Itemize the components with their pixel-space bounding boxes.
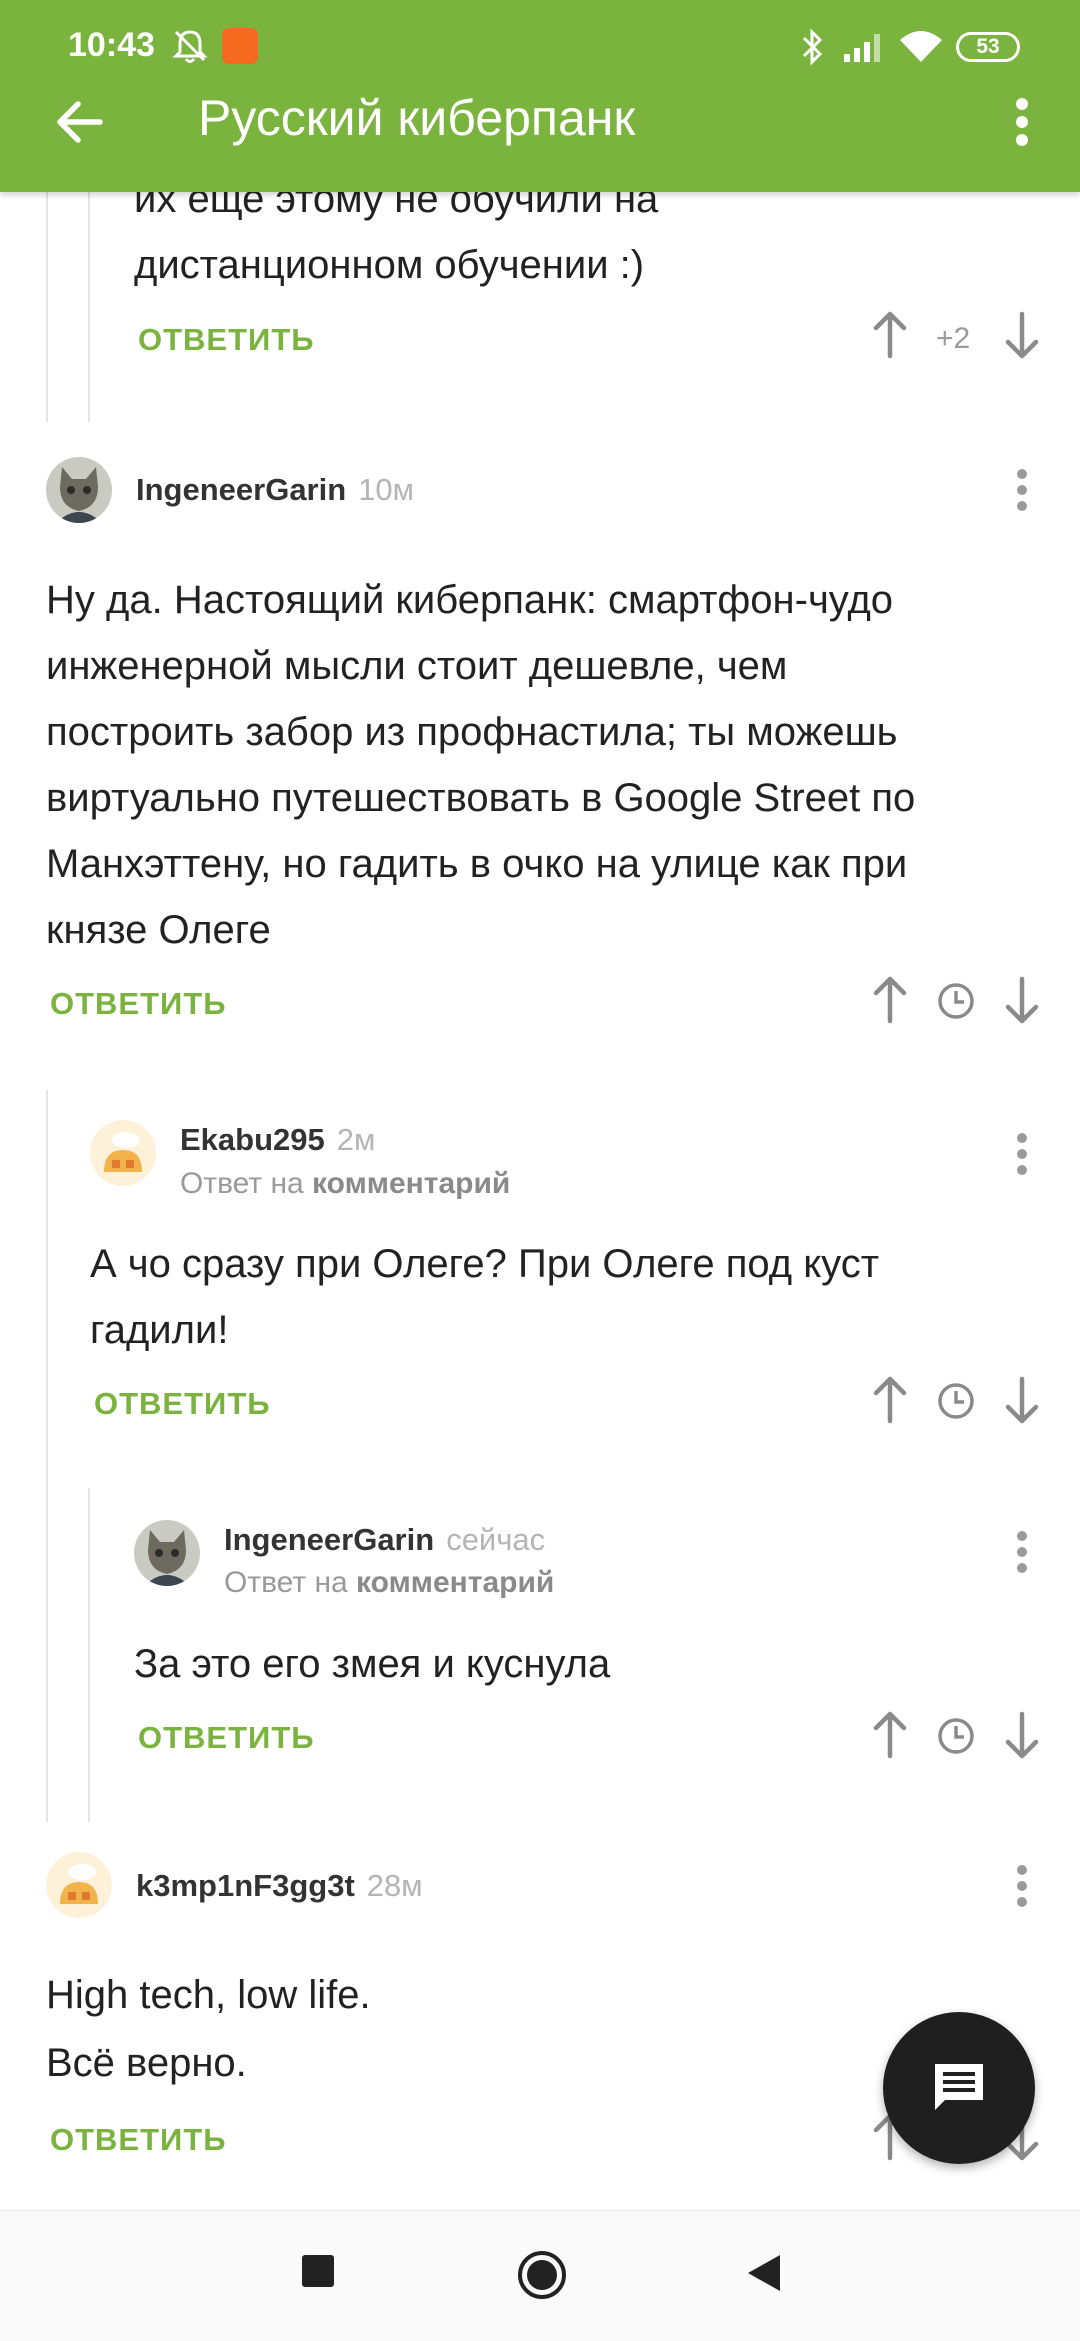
comment-text: гадили! — [90, 1308, 229, 1352]
author-name[interactable]: IngeneerGarin — [136, 472, 346, 507]
upvote-icon[interactable] — [870, 975, 910, 1025]
thread-line — [88, 1488, 90, 1822]
reply-button[interactable]: ОТВЕТИТЬ — [50, 986, 227, 1022]
vote-controls — [870, 1710, 1040, 1770]
thread-line — [88, 190, 90, 422]
more-vert-icon[interactable] — [1014, 468, 1030, 512]
comment-text: За это его змея и куснула — [134, 1642, 611, 1686]
comment-text: Ну да. Настоящий киберпанк: смартфон-чуд… — [46, 578, 894, 622]
battery-indicator: 53 — [956, 32, 1020, 62]
page-title: Русский киберпанк — [198, 90, 636, 146]
clock-icon[interactable] — [936, 981, 976, 1021]
comment-text: князе Олеге — [46, 908, 271, 952]
reply-button[interactable]: ОТВЕТИТЬ — [138, 1720, 315, 1756]
upvote-icon[interactable] — [870, 310, 910, 360]
comment-text: Всё верно. — [46, 2041, 247, 2085]
recents-icon[interactable] — [300, 2253, 336, 2289]
reply-to-link[interactable]: комментарий — [312, 1167, 510, 1200]
new-comment-button[interactable] — [883, 2012, 1035, 2164]
comment-text: инженерной мысли стоит дешевле, чем — [46, 644, 788, 688]
more-vert-icon[interactable] — [1014, 1132, 1030, 1176]
system-nav-bar — [0, 2210, 1080, 2341]
comment-text: дистанционном обучении :) — [134, 243, 645, 287]
comment-score: +2 — [936, 322, 971, 355]
bluetooth-icon — [802, 28, 823, 66]
more-vert-icon[interactable] — [1004, 92, 1040, 152]
thread-line — [46, 1090, 48, 1822]
app-bar: 10:43 53 Русский киберпанк — [0, 0, 1080, 192]
downvote-icon[interactable] — [1002, 310, 1042, 360]
comment-time: сейчас — [446, 1522, 546, 1557]
wifi-icon — [900, 31, 942, 62]
reply-button[interactable]: ОТВЕТИТЬ — [50, 2122, 227, 2158]
comment-author[interactable]: IngeneerGarin 10м — [136, 472, 414, 508]
comment-author[interactable]: Ekabu295 2м — [180, 1122, 375, 1158]
avatar[interactable] — [46, 1852, 112, 1918]
author-name[interactable]: k3mp1nF3gg3t — [136, 1868, 355, 1903]
comment-text: Манхэттену, но гадить в очко на улице ка… — [46, 842, 908, 886]
avatar[interactable] — [46, 457, 112, 523]
comments-feed[interactable]: их еще этому не обучили на дистанционном… — [0, 0, 1080, 2210]
comment-author[interactable]: IngeneerGarin сейчас — [224, 1522, 545, 1558]
reply-to-prefix: Ответ на — [224, 1566, 348, 1599]
home-icon[interactable] — [516, 2249, 568, 2301]
comment-text: High tech, low life. — [46, 1973, 371, 2017]
more-vert-icon[interactable] — [1014, 1864, 1030, 1908]
upvote-icon[interactable] — [870, 1375, 910, 1425]
comment-text: построить забор из профнастила; ты можеш… — [46, 710, 898, 754]
comment-text: А чо сразу при Олеге? При Олеге под куст — [90, 1242, 880, 1286]
upvote-icon[interactable] — [870, 1710, 910, 1760]
comment-time: 10м — [358, 472, 414, 507]
reply-to-line: Ответ на комментарий — [224, 1566, 554, 1600]
reply-button[interactable]: ОТВЕТИТЬ — [138, 322, 315, 358]
avatar[interactable] — [90, 1120, 156, 1186]
author-name[interactable]: IngeneerGarin — [224, 1522, 434, 1557]
status-time: 10:43 — [68, 26, 155, 64]
thread-line — [46, 190, 48, 422]
back-nav-icon[interactable] — [744, 2251, 784, 2295]
more-vert-icon[interactable] — [1014, 1530, 1030, 1574]
vote-controls: +2 — [870, 310, 1040, 370]
avatar[interactable] — [134, 1520, 200, 1586]
downvote-icon[interactable] — [1002, 975, 1042, 1025]
vote-controls — [870, 1375, 1040, 1435]
clock-icon[interactable] — [936, 1716, 976, 1756]
notification-app-icon — [222, 28, 258, 64]
reply-to-line: Ответ на комментарий — [180, 1167, 510, 1201]
chat-icon — [935, 2064, 983, 2110]
comment-time: 28м — [366, 1868, 423, 1903]
comment-time: 2м — [336, 1122, 376, 1157]
back-arrow-icon[interactable] — [50, 92, 110, 152]
clock-icon[interactable] — [936, 1381, 976, 1421]
downvote-icon[interactable] — [1002, 1375, 1042, 1425]
status-bar: 10:43 53 — [0, 0, 1080, 90]
author-name[interactable]: Ekabu295 — [180, 1122, 325, 1157]
bell-off-icon — [172, 30, 208, 63]
downvote-icon[interactable] — [1002, 1710, 1042, 1760]
comment-text: виртуально путешествовать в Google Stree… — [46, 776, 916, 820]
reply-to-prefix: Ответ на — [180, 1167, 304, 1200]
vote-controls — [870, 975, 1040, 1035]
reply-button[interactable]: ОТВЕТИТЬ — [94, 1386, 271, 1422]
comment-author[interactable]: k3mp1nF3gg3t 28м — [136, 1868, 423, 1904]
reply-to-link[interactable]: комментарий — [356, 1566, 554, 1599]
signal-icon — [844, 34, 880, 62]
